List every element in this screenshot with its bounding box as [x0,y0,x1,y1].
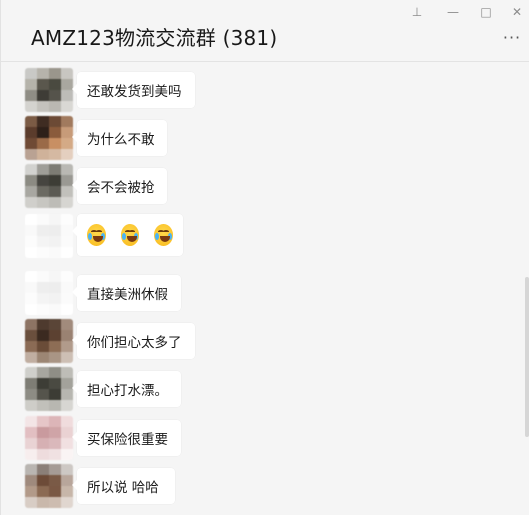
message-row: 你们担心太多了 [1,319,529,363]
chat-header: ⊥ — □ ✕ AMZ123物流交流群 (381) ··· [1,0,529,62]
avatar[interactable] [25,271,73,315]
more-options-icon[interactable]: ··· [500,30,524,46]
message-bubble[interactable]: 买保险很重要 [72,420,181,456]
chat-window: ⊥ — □ ✕ AMZ123物流交流群 (381) ··· 还敢发货到美吗 为什么… [0,0,529,515]
message-text: 还敢发货到美吗 [87,84,182,100]
emoji-message-bubble[interactable] [72,214,183,256]
message-text: 你们担心太多了 [87,335,182,351]
chat-title: AMZ123物流交流群 (381) [31,26,278,50]
message-text: 直接美洲休假 [87,287,168,303]
maximize-icon[interactable]: □ [474,2,498,22]
tears-of-joy-icon [154,224,174,246]
minimize-icon[interactable]: — [441,2,465,22]
message-bubble[interactable]: 担心打水漂。 [72,371,181,407]
message-text: 担心打水漂。 [87,383,168,399]
avatar[interactable] [25,367,73,411]
pin-icon[interactable]: ⊥ [405,2,429,22]
scrollbar-thumb[interactable] [525,277,529,437]
message-bubble[interactable]: 还敢发货到美吗 [72,72,195,108]
message-row [1,214,529,258]
avatar[interactable] [25,464,73,508]
message-row: 所以说 哈哈 [1,464,529,508]
message-row: 为什么不敢 [1,116,529,160]
avatar[interactable] [25,214,73,258]
scrollbar[interactable] [524,63,529,515]
close-icon[interactable]: ✕ [505,2,529,22]
message-text: 会不会被抢 [87,180,155,196]
message-text: 所以说 哈哈 [87,480,159,496]
avatar[interactable] [25,416,73,460]
message-bubble[interactable]: 直接美洲休假 [72,275,181,311]
message-row: 会不会被抢 [1,164,529,208]
message-row: 担心打水漂。 [1,367,529,411]
avatar[interactable] [25,164,73,208]
message-bubble[interactable]: 你们担心太多了 [72,323,195,359]
message-text: 买保险很重要 [87,432,168,448]
message-bubble[interactable]: 为什么不敢 [72,120,167,156]
avatar[interactable] [25,116,73,160]
message-bubble[interactable]: 会不会被抢 [72,168,167,204]
tears-of-joy-icon [87,224,106,246]
message-bubble[interactable]: 所以说 哈哈 [72,468,175,504]
message-text: 为什么不敢 [87,132,155,148]
message-row: 还敢发货到美吗 [1,68,529,112]
message-row: 直接美洲休假 [1,271,529,315]
avatar[interactable] [25,68,73,112]
avatar[interactable] [25,319,73,363]
message-row: 买保险很重要 [1,416,529,460]
tears-of-joy-icon [120,224,140,246]
